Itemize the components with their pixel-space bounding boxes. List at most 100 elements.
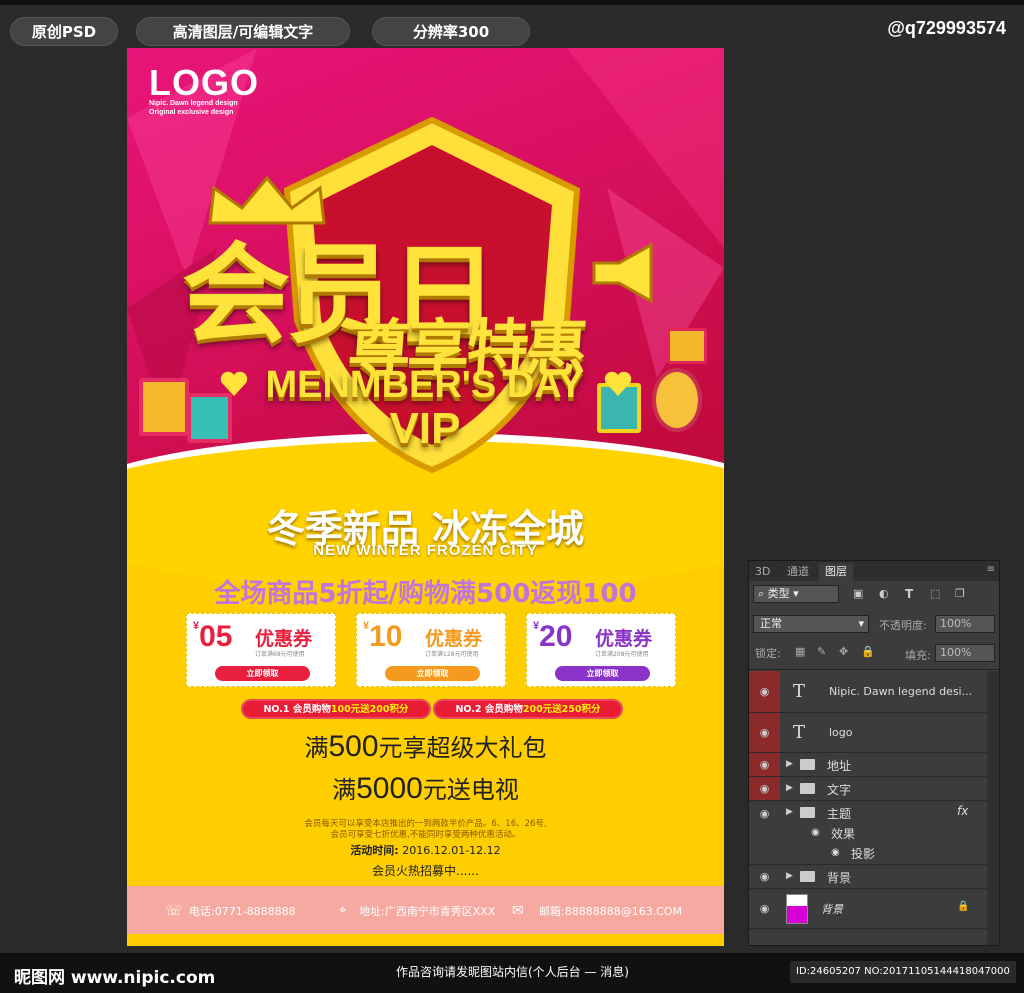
panel-menu-icon[interactable]: ≡ <box>987 564 995 575</box>
coupon-amount: ¥20 <box>533 620 573 653</box>
folder-icon <box>800 871 815 882</box>
phone-icon: ☏ <box>165 903 183 919</box>
contact-address: 地址:广西南宁市青秀区XXX <box>359 905 496 918</box>
opacity-label: 不透明度: <box>879 619 927 632</box>
contact-note: 作品咨询请发昵图站内信(个人后台 — 消息) <box>396 965 629 979</box>
coupon-label: 优惠券 <box>255 628 313 650</box>
contact-phone: 电话:0771-8888888 <box>189 905 296 918</box>
tab-channels[interactable]: 通道 <box>781 563 815 581</box>
adjustment-filter-icon[interactable]: ◐ <box>879 587 889 600</box>
headline-english: NEW WINTER FROZEN CITY <box>313 542 538 559</box>
poster-canvas: LOGO Nipic. Dawn legend design Original … <box>127 48 724 946</box>
expand-arrow-icon[interactable]: ▶ <box>786 807 793 817</box>
site-logo: 昵图网 www.nipic.com <box>14 968 216 988</box>
author-handle: @q729993574 <box>887 18 1006 38</box>
coupon-note: 订单满208元可使用 <box>595 651 649 658</box>
layer-name: Nipic. Dawn legend desi... <box>829 685 973 698</box>
coupon-claim-button[interactable]: 立即领取 <box>385 666 480 681</box>
layer-row[interactable]: ◉ ▶ 主题 fx ◉ 效果 ◉ 投影 <box>749 801 987 865</box>
gift-box-icon <box>139 378 189 436</box>
coupon-claim-button[interactable]: 立即领取 <box>215 666 310 681</box>
offer-2: 满5000元送电视 <box>332 772 519 805</box>
coupon-amount: ¥05 <box>193 620 233 653</box>
search-icon: ⌕ <box>758 587 768 600</box>
expand-arrow-icon[interactable]: ▶ <box>786 759 793 769</box>
coupon-claim-button[interactable]: 立即领取 <box>555 666 650 681</box>
folder-icon <box>800 759 815 770</box>
logo-text: LOGO <box>149 62 259 103</box>
layer-name: logo <box>829 726 853 739</box>
layer-row[interactable]: ◉ 背景 🔒 <box>749 889 987 929</box>
layer-row[interactable]: ◉ ▶ 背景 <box>749 865 987 889</box>
visibility-eye-icon[interactable]: ◉ <box>749 713 780 752</box>
lock-transparency-icon[interactable]: ▦ <box>795 645 805 658</box>
layer-row[interactable]: ◉ T Nipic. Dawn legend desi... <box>749 671 987 713</box>
gift-box-icon <box>187 393 232 443</box>
lock-label: 锁定: <box>755 647 781 660</box>
shape-filter-icon[interactable]: ⬚ <box>930 587 940 600</box>
layer-filter-select[interactable]: ⌕ 类型 ▾ <box>753 585 839 603</box>
move-icon[interactable]: ✥ <box>839 645 848 658</box>
coupon-label: 优惠券 <box>425 628 483 650</box>
layer-name: 背景 <box>827 871 852 885</box>
panel-divider <box>749 669 999 670</box>
member-tag-1: NO.1 会员购物100元送200积分 <box>241 699 431 719</box>
megaphone-icon <box>592 243 653 303</box>
text-layer-icon: T <box>793 681 806 702</box>
layer-name: 地址 <box>827 759 852 773</box>
image-id: ID:24605207 NO:20171105144418047000 <box>790 961 1016 983</box>
location-pin-icon: ⌖ <box>339 903 347 918</box>
tab-3d[interactable]: 3D <box>749 563 776 581</box>
visibility-eye-icon[interactable]: ◉ <box>749 777 780 800</box>
tab-layers[interactable]: 图层 <box>819 563 853 581</box>
effect-name: 效果 <box>831 827 856 841</box>
coupon-card: ¥20 优惠券 订单满208元可使用 立即领取 <box>526 613 676 687</box>
folder-icon <box>800 783 815 794</box>
layers-panel: 3D 通道 图层 ≡ ⌕ 类型 ▾ ▣ ◐ T ⬚ ❐ 正常 ▾ 不透明度: 10… <box>748 560 1000 946</box>
expand-arrow-icon[interactable]: ▶ <box>786 783 793 793</box>
fill-input[interactable]: 100% <box>935 644 995 662</box>
top-bar: 原创PSD 高清图层/可编辑文字 分辨率300 @q729993574 <box>0 0 1024 48</box>
recruit-text: 会员火热招募中...... <box>372 864 479 878</box>
logo-subtitle-2: Original exclusive design <box>149 109 234 116</box>
visibility-eye-icon[interactable]: ◉ <box>749 753 780 776</box>
promo-line: 全场商品5折起/购物满500返现100 <box>214 579 637 609</box>
opacity-input[interactable]: 100% <box>935 615 995 633</box>
badge-original-psd: 原创PSD <box>10 17 118 46</box>
layer-row[interactable]: ◉ T logo <box>749 713 987 753</box>
lock-icon[interactable]: 🔒 <box>861 645 875 658</box>
expand-arrow-icon[interactable]: ▶ <box>786 871 793 881</box>
title-english: MENMBER'S DAY <box>265 364 584 406</box>
coupon-note: 订单满128元可使用 <box>425 651 479 658</box>
layer-thumbnail <box>786 894 808 924</box>
badge-layers: 高清图层/可编辑文字 <box>136 17 350 46</box>
eye-icon[interactable]: ◉ <box>831 847 840 858</box>
visibility-eye-icon[interactable]: ◉ <box>749 801 780 825</box>
layer-row[interactable]: ◉ ▶ 地址 <box>749 753 987 777</box>
bottom-bar: 昵图网 www.nipic.com 作品咨询请发昵图站内信(个人后台 — 消息)… <box>0 953 1024 993</box>
visibility-eye-icon[interactable]: ◉ <box>749 889 780 928</box>
image-filter-icon[interactable]: ▣ <box>853 587 863 600</box>
text-filter-icon[interactable]: T <box>905 587 913 601</box>
coupon-amount: ¥10 <box>363 620 403 653</box>
member-tag-2: NO.2 会员购物200元送250积分 <box>433 699 623 719</box>
title-vip: VIP <box>389 404 461 453</box>
fx-icon[interactable]: fx <box>957 804 968 818</box>
smart-object-filter-icon[interactable]: ❐ <box>955 587 965 600</box>
visibility-eye-icon[interactable]: ◉ <box>749 865 780 888</box>
coupon-label: 优惠券 <box>595 628 653 650</box>
layer-row[interactable]: ◉ ▶ 文字 <box>749 777 987 801</box>
gift-box-icon <box>667 328 707 364</box>
coupon-card: ¥05 优惠券 订单满68元可使用 立即领取 <box>186 613 336 687</box>
eye-icon[interactable]: ◉ <box>811 827 820 838</box>
gift-ball-icon <box>652 368 702 432</box>
blend-mode-select[interactable]: 正常 ▾ <box>753 615 869 633</box>
layers-scrollbar[interactable] <box>987 671 999 945</box>
layer-name: 文字 <box>827 783 852 797</box>
offer-1: 满500元享超级大礼包 <box>304 730 547 763</box>
badge-resolution: 分辨率300 <box>372 17 530 46</box>
visibility-eye-icon[interactable]: ◉ <box>749 671 780 712</box>
fill-label: 填充: <box>905 649 931 662</box>
folder-icon <box>800 807 815 818</box>
brush-icon[interactable]: ✎ <box>817 645 826 658</box>
